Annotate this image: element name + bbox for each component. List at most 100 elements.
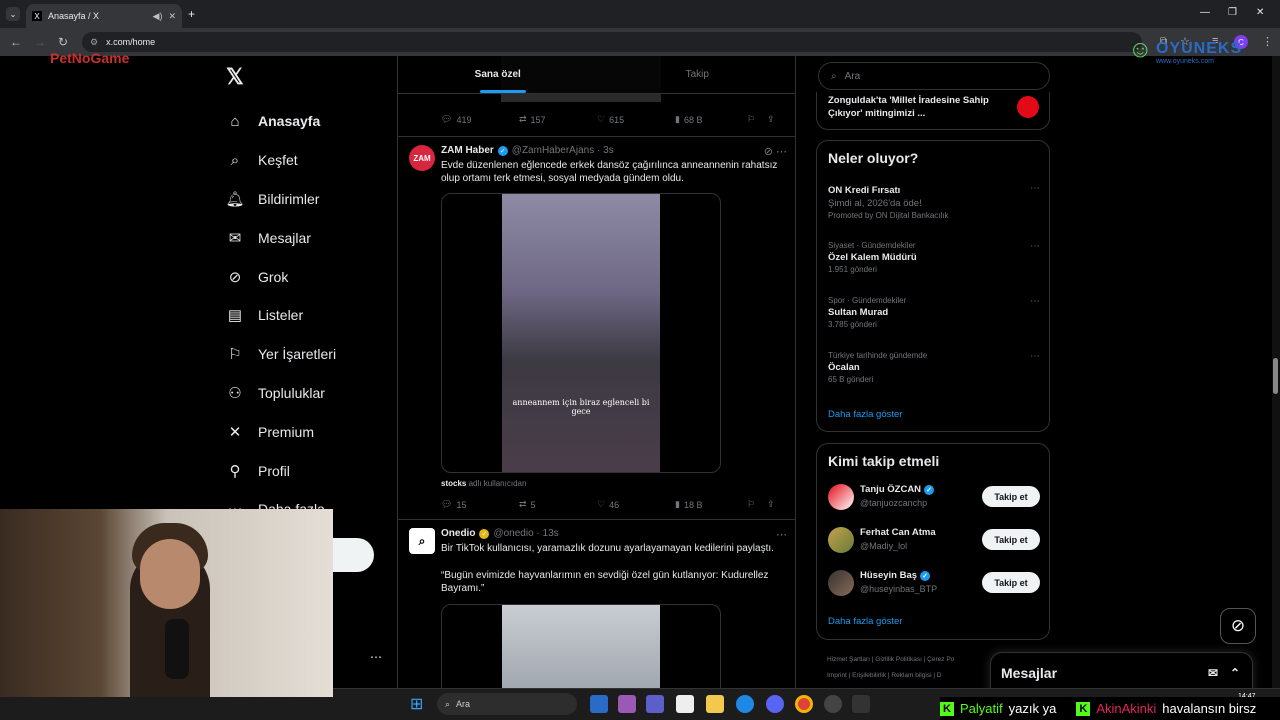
page-scrollbar[interactable]: [1272, 56, 1280, 688]
repost-button[interactable]: ⇄ 5: [519, 499, 597, 510]
source-user[interactable]: stocks: [441, 479, 466, 488]
follow-button[interactable]: Takip et: [982, 529, 1040, 550]
browser-tab[interactable]: X Anasayfa / X ◀) ✕: [26, 4, 182, 28]
maximize-icon[interactable]: ❐: [1228, 7, 1237, 18]
author-name[interactable]: Onedio: [441, 528, 475, 539]
author-name[interactable]: ZAM Haber: [441, 145, 494, 156]
show-more-follow-link[interactable]: Daha fazla göster: [828, 616, 902, 627]
repost-button[interactable]: ⇄ 157: [519, 114, 597, 125]
nav-item-communities[interactable]: ⚇ Topluluklar: [226, 374, 396, 413]
tweet[interactable]: ⌕ Onedio ✓ @onedio · 13s ⋯ Bir TikTok ku…: [398, 519, 795, 688]
new-message-icon[interactable]: ✉: [1208, 666, 1218, 680]
scrollbar-thumb[interactable]: [1273, 358, 1278, 394]
nav-item-premium[interactable]: ✕ Premium: [226, 412, 396, 451]
nav-item-notifications[interactable]: 🔔︎ Bildirimler: [225, 180, 396, 219]
footer-line[interactable]: Imprint | Erişilebilirlik | Reklam bilgi…: [827, 668, 997, 684]
trend-more-icon[interactable]: ⋯: [1030, 241, 1040, 252]
bookmark-button[interactable]: ⚐: [747, 499, 767, 510]
tweet-video[interactable]: [441, 604, 721, 688]
search-input[interactable]: ⌕ Ara: [818, 62, 1050, 90]
reply-button[interactable]: 💬︎ 419: [441, 114, 519, 125]
copilot-icon[interactable]: [618, 695, 636, 713]
nav-item-grok[interactable]: ⊘ Grok: [226, 257, 396, 296]
repost-icon: ⇄: [519, 114, 527, 124]
follow-suggestion[interactable]: Tanju ÖZCAN ✓ @tanjuozcanchp Takip et: [828, 482, 1040, 512]
taskbar-search[interactable]: ⌕ Ara: [437, 693, 577, 715]
app-icon[interactable]: [852, 695, 870, 713]
edge-icon[interactable]: [736, 695, 754, 713]
bookmark-button[interactable]: ⚐: [747, 114, 767, 125]
verified-badge-icon: ✓: [924, 484, 935, 495]
nav-item-home[interactable]: ⌂ Anasayfa: [226, 102, 396, 141]
heart-icon: ♡: [597, 114, 606, 124]
grok-float-button[interactable]: ⊘: [1220, 608, 1256, 644]
x-logo-icon[interactable]: 𝕏: [226, 64, 244, 90]
nav-item-explore[interactable]: ⌕ Keşfet: [226, 141, 396, 180]
taskview-icon[interactable]: [590, 695, 608, 713]
address-bar[interactable]: ⚙ x.com/home: [82, 32, 1142, 52]
reload-icon[interactable]: ↻: [58, 35, 68, 49]
share-icon[interactable]: ⇪: [767, 114, 775, 125]
site-info-icon[interactable]: ⚙: [90, 37, 98, 48]
trend-item[interactable]: Spor · Gündemdekiler Sultan Murad 3.785 …: [828, 296, 1040, 329]
account-menu-icon[interactable]: ⋯: [370, 650, 382, 664]
file-explorer-icon[interactable]: [706, 695, 724, 713]
follow-button[interactable]: Takip et: [982, 486, 1040, 507]
promo-card[interactable]: Zonguldak'ta 'Millet İradesine Sahip Çık…: [816, 92, 1050, 130]
menu-icon[interactable]: ⋮: [1262, 35, 1273, 48]
show-more-trends-link[interactable]: Daha fazla göster: [828, 409, 902, 420]
forward-icon[interactable]: →: [34, 35, 46, 49]
follow-suggestion[interactable]: Ferhat Can Atma @Madiy_lol Takip et: [828, 525, 1040, 555]
discord-icon[interactable]: [766, 695, 784, 713]
close-window-icon[interactable]: ✕: [1256, 7, 1264, 18]
tweet[interactable]: ZAM ZAM Haber ✓ @ZamHaberAjans · 3s ⊘ ⋯ …: [398, 136, 795, 519]
nav-item-profile[interactable]: ⚲ Profil: [226, 451, 396, 490]
trend-item[interactable]: Türkiye tarihinde gündemde Öcalan 65 B g…: [828, 351, 1040, 384]
avatar[interactable]: [828, 484, 854, 510]
nav-item-bookmarks[interactable]: ⚐ Yer İşaretleri: [226, 335, 396, 374]
tab-close-icon[interactable]: ✕: [168, 11, 176, 22]
teams-icon[interactable]: [646, 695, 664, 713]
expand-icon[interactable]: ⌃: [1230, 666, 1240, 680]
trend-more-icon[interactable]: ⋯: [1030, 296, 1040, 307]
more-options-icon[interactable]: ⊘ ⋯: [764, 145, 787, 158]
tab-audio-icon[interactable]: ◀): [153, 11, 163, 22]
follow-suggestion[interactable]: Hüseyin Baş ✓ @huseyinbas_BTP Takip et: [828, 568, 1040, 598]
views-icon: ▮: [675, 499, 680, 509]
author-handle[interactable]: @ZamHaberAjans · 3s: [512, 145, 614, 156]
author-handle[interactable]: @onedio · 13s: [493, 528, 558, 539]
follow-button[interactable]: Takip et: [982, 572, 1040, 593]
microphone: [165, 619, 189, 679]
obs-icon[interactable]: [824, 695, 842, 713]
chrome-icon[interactable]: [795, 695, 813, 713]
tab-following[interactable]: Takip: [598, 56, 796, 93]
trend-more-icon[interactable]: ⋯: [1030, 183, 1040, 194]
new-tab-button[interactable]: +: [188, 7, 195, 21]
tab-search-button[interactable]: ⌄: [6, 7, 20, 21]
views-button[interactable]: ▮ 18 B: [675, 499, 747, 510]
trend-more-icon[interactable]: ⋯: [1030, 351, 1040, 362]
footer-line[interactable]: Hizmet Şartları | Gizlilik Politikası | …: [827, 652, 997, 668]
trend-item[interactable]: ON Kredi Fırsatı Şimdi al, 2026'da öde! …: [828, 183, 1040, 220]
avatar[interactable]: ZAM: [409, 145, 435, 171]
tab-for-you[interactable]: Sana özel: [398, 56, 598, 93]
minimize-icon[interactable]: —: [1200, 7, 1210, 18]
tweet-video[interactable]: anneannem için biraz eglenceli bi gece: [441, 193, 721, 473]
reply-button[interactable]: 💬︎ 15: [441, 499, 519, 510]
share-icon[interactable]: ⇪: [767, 499, 775, 510]
nav-item-lists[interactable]: ▤ Listeler: [226, 296, 396, 335]
windows-start-icon[interactable]: ⊞: [410, 694, 423, 714]
trend-item[interactable]: Siyaset · Gündemdekiler Özel Kalem Müdür…: [828, 241, 1040, 274]
like-button[interactable]: ♡ 615: [597, 114, 675, 125]
back-icon[interactable]: ←: [10, 35, 22, 49]
avatar[interactable]: ⌕: [409, 528, 435, 554]
views-button[interactable]: ▮ 68 B: [675, 114, 747, 125]
more-options-icon[interactable]: ⋯: [776, 528, 787, 541]
trends-card: Neler oluyor? ON Kredi Fırsatı Şimdi al,…: [816, 140, 1050, 432]
avatar[interactable]: [828, 570, 854, 596]
like-button[interactable]: ♡ 46: [597, 499, 675, 510]
repost-count: 5: [530, 499, 536, 510]
store-icon[interactable]: [676, 695, 694, 713]
nav-item-messages[interactable]: ✉ Mesajlar: [226, 218, 396, 257]
avatar[interactable]: [828, 527, 854, 553]
